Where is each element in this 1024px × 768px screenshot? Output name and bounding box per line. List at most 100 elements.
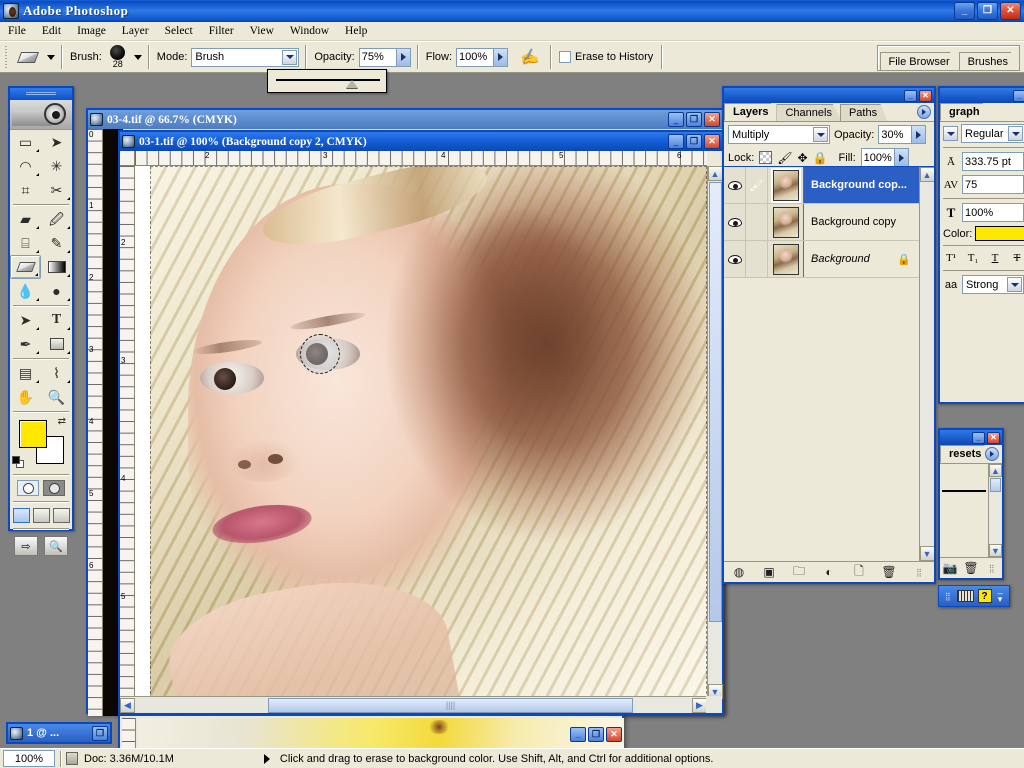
tab-channels[interactable]: Channels bbox=[776, 104, 842, 121]
doc-bottom-minimize-button[interactable]: _ bbox=[570, 726, 586, 742]
doc-back-close-button[interactable]: ✕ bbox=[704, 112, 720, 127]
minimized-doc-restore-button[interactable]: ❐ bbox=[92, 725, 108, 741]
new-preset-icon[interactable]: 📷 bbox=[940, 560, 960, 577]
tab-paragraph[interactable]: graph bbox=[940, 103, 990, 121]
leading-input[interactable]: 333.75 pt bbox=[962, 152, 1024, 171]
zoom-level-input[interactable]: 100% bbox=[3, 750, 55, 767]
layers-opacity-input[interactable]: 30% bbox=[878, 125, 927, 144]
delete-layer-icon[interactable]: 🗑 bbox=[879, 564, 899, 581]
menu-edit[interactable]: Edit bbox=[34, 23, 69, 39]
character-palette-title-bar[interactable]: _ bbox=[940, 88, 1024, 103]
menu-image[interactable]: Image bbox=[69, 23, 114, 39]
doc-back-minimize-button[interactable]: _ bbox=[668, 112, 684, 127]
scroll-left-button[interactable]: ◀ bbox=[120, 697, 135, 713]
opacity-slider-thumb[interactable] bbox=[346, 80, 358, 88]
layer-style-icon[interactable]: ◍ bbox=[729, 564, 749, 581]
layers-palette-menu-icon[interactable] bbox=[917, 105, 931, 119]
scroll-up-button[interactable]: ▲ bbox=[707, 166, 723, 181]
underline-icon[interactable]: T bbox=[985, 250, 1005, 266]
presets-palette-minimize-button[interactable]: _ bbox=[972, 431, 985, 444]
doc-front-ruler-corner[interactable] bbox=[120, 151, 135, 166]
presets-scroll-down-button[interactable]: ▼ bbox=[989, 544, 1002, 557]
doc-bottom-maximize-button[interactable]: ❐ bbox=[588, 726, 604, 742]
well-tab-brushes[interactable]: Brushes bbox=[958, 52, 1018, 70]
crop-tool[interactable]: ⌗ bbox=[10, 178, 41, 202]
grip-icon[interactable]: ⣿ bbox=[943, 588, 953, 604]
presets-resize-grip[interactable]: ⣿ bbox=[982, 560, 1002, 577]
brush-picker-chevron-down-icon[interactable] bbox=[133, 54, 142, 60]
menu-filter[interactable]: Filter bbox=[201, 23, 242, 39]
clone-stamp-tool[interactable]: ⌸ bbox=[10, 231, 41, 255]
font-style-select[interactable]: Regular bbox=[961, 124, 1024, 143]
character-palette-minimize-button[interactable]: _ bbox=[1013, 89, 1024, 102]
eraser-tool[interactable] bbox=[10, 255, 41, 279]
table-row[interactable]: Background 🔒 bbox=[724, 241, 919, 278]
font-family-chevron-down-icon[interactable] bbox=[943, 126, 958, 141]
mode-select[interactable]: Brush bbox=[191, 47, 300, 67]
standard-screen-mode-button[interactable] bbox=[12, 507, 30, 523]
blend-mode-chevron-down-icon[interactable] bbox=[813, 127, 828, 142]
doc-front-minimize-button[interactable]: _ bbox=[668, 134, 684, 149]
presets-scrollbar[interactable]: ▲ ▼ bbox=[988, 464, 1002, 557]
layer-visibility-toggle-1[interactable] bbox=[724, 204, 746, 240]
layers-scroll-up-button[interactable]: ▲ bbox=[919, 167, 934, 182]
layers-palette-close-button[interactable]: ✕ bbox=[919, 89, 932, 102]
path-selection-tool[interactable]: ➤ bbox=[10, 308, 41, 332]
layer-mask-icon[interactable]: ▣ bbox=[759, 564, 779, 581]
swap-colors-icon[interactable]: ⇄ bbox=[58, 416, 66, 427]
portrait-image[interactable] bbox=[150, 166, 707, 699]
presets-scroll-up-button[interactable]: ▲ bbox=[989, 464, 1002, 477]
adjustment-layer-icon[interactable]: ◐ bbox=[819, 564, 839, 581]
preview-icon[interactable]: 🔍 bbox=[44, 536, 68, 556]
minimize-button[interactable]: _ bbox=[954, 2, 975, 20]
erase-to-history-checkbox[interactable]: Erase to History bbox=[559, 51, 653, 63]
brush-preview[interactable]: 28 bbox=[106, 45, 130, 69]
doc-front-close-button[interactable]: ✕ bbox=[704, 134, 720, 149]
text-color-swatch[interactable] bbox=[975, 226, 1024, 241]
full-screen-mode-button[interactable] bbox=[52, 507, 70, 523]
menu-help[interactable]: Help bbox=[337, 23, 375, 39]
toolbox-title-bar[interactable] bbox=[10, 88, 72, 100]
magic-wand-tool[interactable]: ✳ bbox=[41, 154, 72, 178]
jump-to-imageready-icon[interactable]: ⇨ bbox=[14, 536, 38, 556]
mode-chevron-down-icon[interactable] bbox=[282, 49, 298, 65]
shape-tool[interactable] bbox=[41, 332, 72, 356]
fill-input[interactable]: 100% bbox=[860, 148, 909, 167]
delete-preset-icon[interactable]: 🗑 bbox=[961, 560, 981, 577]
layer-thumbnail-2[interactable] bbox=[768, 241, 804, 277]
close-button[interactable]: ✕ bbox=[1000, 2, 1021, 20]
tab-presets[interactable]: resets bbox=[940, 445, 992, 463]
dodge-tool[interactable]: ● bbox=[41, 279, 72, 303]
brush-tool[interactable]: 🖉 bbox=[41, 207, 72, 231]
lasso-tool[interactable]: ◠ bbox=[10, 154, 41, 178]
new-layer-icon[interactable]: 🗋 bbox=[849, 564, 869, 581]
menu-window[interactable]: Window bbox=[282, 23, 337, 39]
doc-window-front[interactable]: 03-1.tif @ 100% (Background copy 2, CMYK… bbox=[118, 130, 724, 715]
vertical-scale-input[interactable]: 100% bbox=[962, 203, 1024, 222]
well-tab-file-browser[interactable]: File Browser bbox=[879, 52, 960, 70]
layer-link-cell-1[interactable] bbox=[746, 204, 768, 240]
menu-file[interactable]: File bbox=[0, 23, 34, 39]
marquee-tool[interactable]: ▭ bbox=[10, 130, 41, 154]
history-brush-tool[interactable]: ✎ bbox=[41, 231, 72, 255]
superscript-icon[interactable]: T¹ bbox=[941, 250, 961, 266]
doc-back-ruler-vertical[interactable]: 0 1 2 3 4 5 6 bbox=[88, 129, 103, 716]
blur-tool[interactable]: 💧 bbox=[10, 279, 41, 303]
presets-list[interactable]: ▲ ▼ bbox=[940, 464, 1002, 557]
lock-position-icon[interactable]: ✥ bbox=[798, 151, 808, 165]
presets-palette-title-bar[interactable]: _ ✕ bbox=[940, 430, 1002, 445]
subscript-icon[interactable]: T₁ bbox=[963, 250, 983, 266]
presets-scroll-thumb[interactable] bbox=[990, 478, 1001, 492]
tab-paths[interactable]: Paths bbox=[839, 104, 888, 121]
doc-front-maximize-button[interactable]: ❐ bbox=[686, 134, 702, 149]
move-tool[interactable]: ➤ bbox=[41, 130, 72, 154]
blend-mode-select[interactable]: Multiply bbox=[728, 125, 830, 144]
hand-tool[interactable]: ✋ bbox=[10, 385, 41, 409]
doc-front-title-bar[interactable]: 03-1.tif @ 100% (Background copy 2, CMYK… bbox=[120, 132, 722, 151]
layers-scrollbar[interactable]: ▲ ▼ bbox=[919, 167, 934, 561]
presets-palette-close-button[interactable]: ✕ bbox=[987, 431, 1000, 444]
options-bar-grip[interactable] bbox=[3, 44, 10, 70]
layer-thumbnail-1[interactable] bbox=[768, 204, 804, 240]
current-tool-eraser-icon[interactable] bbox=[13, 45, 43, 69]
minimized-doc-window[interactable]: 1 @ ... ❐ bbox=[6, 722, 112, 744]
